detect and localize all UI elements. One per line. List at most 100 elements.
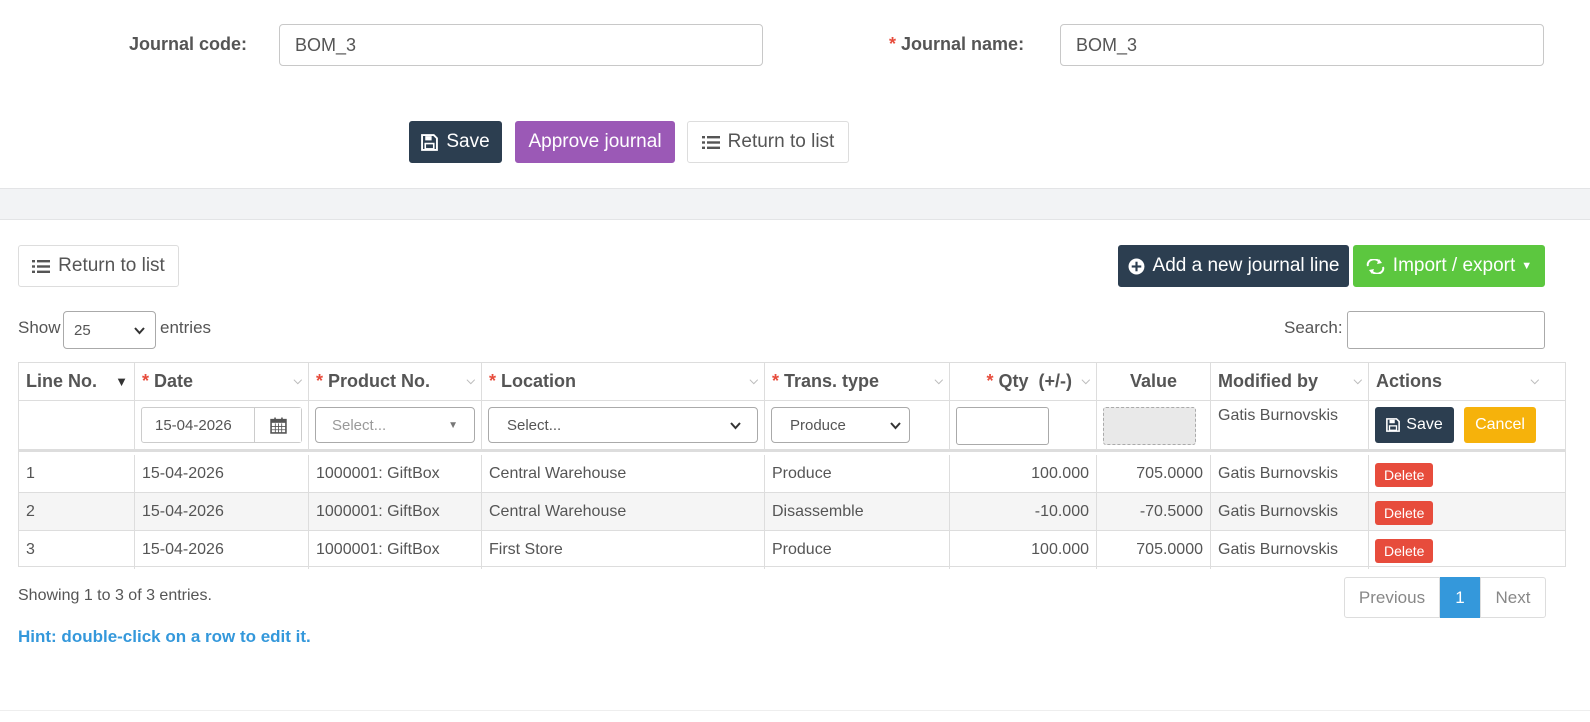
trans-type-cell: Produce [765, 455, 950, 492]
page-size-select[interactable]: 25 [63, 311, 156, 349]
pagination: Previous 1 Next [1344, 577, 1546, 618]
required-marker: * [489, 371, 497, 391]
actions-cell: Delete [1369, 455, 1545, 492]
caret-down-icon: ▼ [448, 419, 458, 431]
refresh-icon [1366, 258, 1385, 274]
search-input[interactable] [1347, 311, 1545, 349]
column-header-qty[interactable]: * Qty (+/-) ⌵ [950, 363, 1097, 400]
import-export-button[interactable]: Import / export ▼ [1353, 245, 1545, 287]
line-no-cell: 1 [19, 455, 135, 492]
calendar-icon[interactable] [255, 408, 301, 442]
page-size-value: 25 [74, 321, 91, 339]
location-select[interactable]: Select... [488, 407, 758, 443]
lines-return-to-list-button[interactable]: Return to list [18, 245, 179, 287]
list-icon [701, 135, 720, 150]
table-row[interactable]: 1 15-04-2026 1000001: GiftBox Central Wa… [19, 455, 1565, 493]
column-label: Trans. type [784, 371, 880, 391]
pagination-page-1[interactable]: 1 [1440, 577, 1480, 618]
chevron-down-icon [890, 417, 901, 434]
pagination-next[interactable]: Next [1480, 577, 1546, 618]
caret-down-icon: ▼ [1521, 260, 1533, 272]
modified-by-cell: Gatis Burnovskis [1211, 531, 1369, 569]
product-cell: 1000001: GiftBox [309, 455, 482, 492]
date-picker[interactable]: 15-04-2026 [141, 407, 302, 443]
modified-by-cell: Gatis Burnovskis [1211, 455, 1369, 492]
location-select-placeholder: Select... [507, 416, 562, 434]
save-button[interactable]: Save [409, 121, 502, 163]
qty-input[interactable] [956, 407, 1049, 445]
qty-cell: -10.000 [950, 493, 1097, 530]
delete-button[interactable]: Delete [1375, 463, 1434, 487]
edit-line-no-cell [19, 401, 135, 449]
plus-circle-icon [1128, 258, 1145, 275]
column-header-location[interactable]: * Location ⌵ [482, 363, 765, 400]
column-header-modified-by[interactable]: Modified by ⌵ [1211, 363, 1369, 400]
line-no-cell: 3 [19, 531, 135, 569]
search-label: Search: [1284, 318, 1343, 337]
import-export-label: Import / export [1392, 255, 1516, 276]
edit-modified-by-cell: Gatis Burnovskis [1211, 401, 1369, 449]
column-label: Value [1129, 371, 1178, 391]
delete-button[interactable]: Delete [1375, 539, 1434, 563]
new-line-edit-row: 15-04-2026 Select... ▼ Select... Produce… [19, 401, 1565, 452]
edit-value-cell [1097, 401, 1211, 449]
journal-code-input[interactable]: BOM_3 [279, 24, 763, 66]
column-label: Date [154, 371, 194, 391]
product-select-placeholder: Select... [332, 416, 387, 434]
column-header-product-no[interactable]: * Product No. ⌵ [309, 363, 482, 400]
column-header-trans-type[interactable]: * Trans. type ⌵ [765, 363, 950, 400]
list-icon [32, 259, 51, 274]
table-row[interactable]: 3 15-04-2026 1000001: GiftBox First Stor… [19, 531, 1565, 569]
edit-date-cell: 15-04-2026 [135, 401, 309, 449]
value-cell: -70.5000 [1097, 493, 1211, 530]
table-row[interactable]: 2 15-04-2026 1000001: GiftBox Central Wa… [19, 493, 1565, 531]
delete-button[interactable]: Delete [1375, 501, 1434, 525]
qty-cell: 100.000 [950, 455, 1097, 492]
product-select[interactable]: Select... ▼ [315, 407, 475, 443]
date-input[interactable]: 15-04-2026 [142, 408, 255, 442]
line-save-button[interactable]: Save [1375, 407, 1454, 443]
required-marker: * [889, 34, 897, 54]
return-to-list-button[interactable]: Return to list [687, 121, 849, 163]
date-cell: 15-04-2026 [135, 455, 309, 492]
line-save-label: Save [1406, 416, 1443, 433]
journal-lines-table: Line No. ▼ * Date ⌵ * Product No. ⌵ * Lo… [18, 362, 1566, 569]
edit-actions-cell: Save Cancel [1369, 401, 1545, 449]
journal-code-label: Journal code: [129, 34, 248, 54]
floppy-disk-icon [1386, 418, 1401, 432]
save-button-label: Save [446, 131, 490, 152]
journal-name-label: * Journal name: [889, 34, 1024, 55]
date-cell: 15-04-2026 [135, 531, 309, 569]
line-cancel-button[interactable]: Cancel [1464, 407, 1536, 443]
chevron-down-icon [730, 417, 741, 434]
sort-icon: ⌵ [934, 375, 943, 387]
table-info: Showing 1 to 3 of 3 entries. [18, 587, 212, 604]
required-marker: * [772, 371, 780, 391]
journal-name-input[interactable]: BOM_3 [1060, 24, 1544, 66]
required-marker: * [986, 371, 994, 391]
edit-location-cell: Select... [482, 401, 765, 449]
column-header-actions[interactable]: Actions ⌵ [1369, 363, 1545, 400]
required-marker: * [316, 371, 324, 391]
column-label: Product No. [328, 371, 431, 391]
column-header-line-no[interactable]: Line No. ▼ [19, 363, 135, 400]
edit-product-cell: Select... ▼ [309, 401, 482, 449]
sort-desc-icon: ▼ [115, 374, 128, 389]
trans-type-select[interactable]: Produce [771, 407, 910, 443]
sort-icon: ⌵ [466, 375, 475, 387]
edit-hint: Hint: double-click on a row to edit it. [18, 627, 311, 646]
sort-icon: ⌵ [1353, 375, 1362, 387]
actions-cell: Delete [1369, 531, 1545, 569]
column-header-date[interactable]: * Date ⌵ [135, 363, 309, 400]
add-journal-line-button[interactable]: Add a new journal line [1118, 245, 1349, 287]
add-journal-line-label: Add a new journal line [1152, 255, 1340, 276]
column-header-value: Value [1097, 363, 1211, 400]
approve-journal-button[interactable]: Approve journal [515, 121, 675, 163]
column-label: Line No. [26, 371, 97, 391]
product-cell: 1000001: GiftBox [309, 493, 482, 530]
section-separator [0, 188, 1590, 220]
entries-label: entries [160, 318, 212, 337]
pagination-previous[interactable]: Previous [1344, 577, 1440, 618]
sort-icon: ⌵ [1530, 375, 1539, 387]
journal-name-label-text: Journal name: [901, 34, 1025, 54]
